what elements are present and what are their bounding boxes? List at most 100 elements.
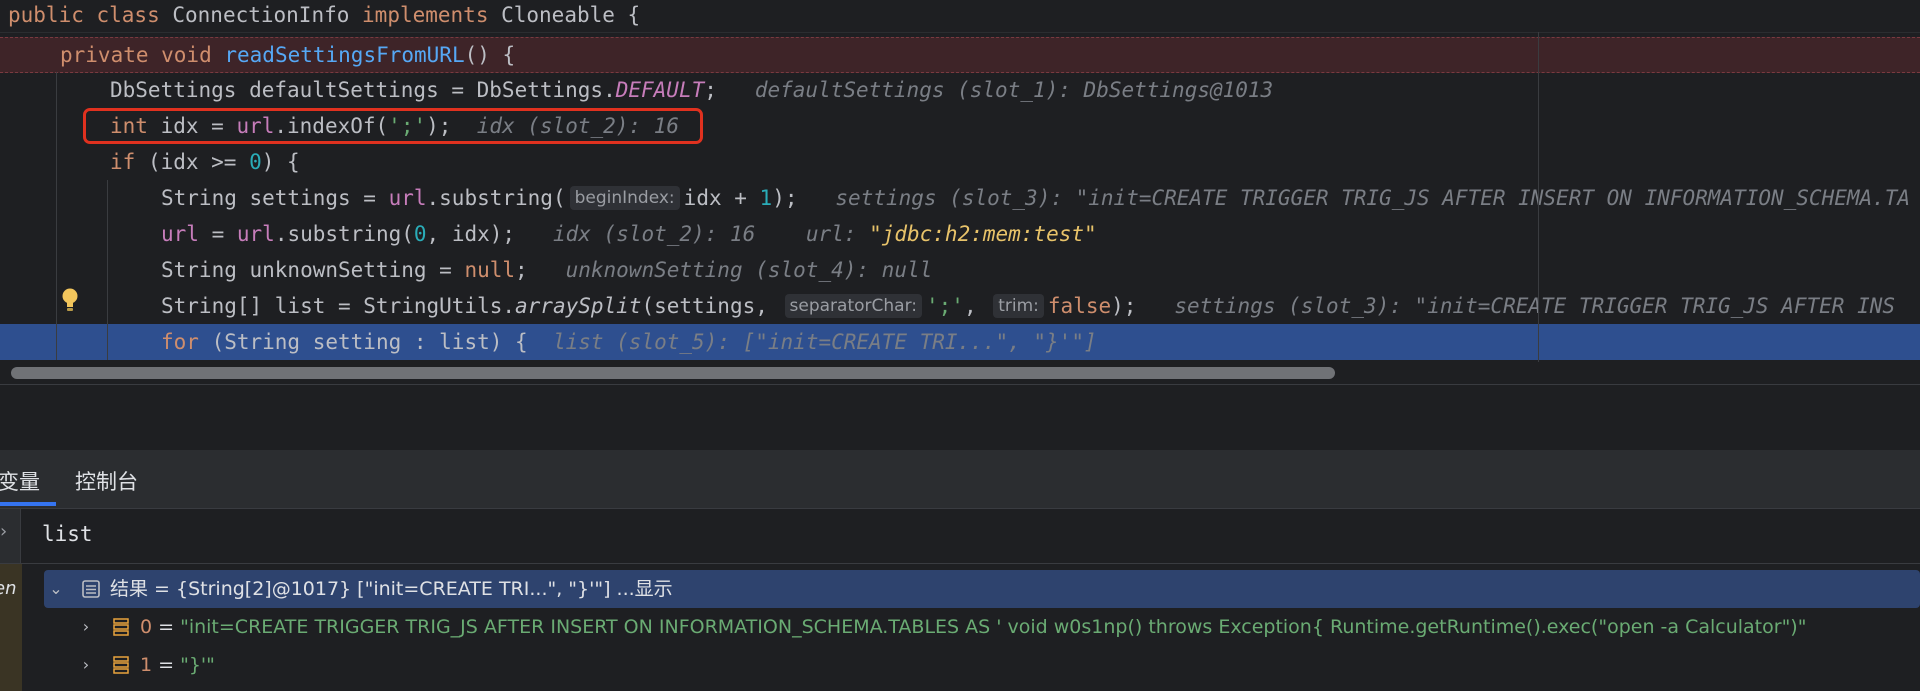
code-token: ';'	[926, 294, 964, 318]
watch-expression-bar[interactable]: › list	[0, 509, 1920, 564]
scrollbar-thumb[interactable]	[11, 367, 1335, 379]
code-text: if (idx >= 0) {	[110, 144, 300, 180]
tree-row-result[interactable]: ⌄ 结果 = {String[2]@1017} ["init=CREATE TR…	[44, 570, 1920, 608]
code-token: String[] list = StringUtils.	[161, 294, 516, 318]
code-token: settings (slot_3): "init=CREATE TRIGGER …	[835, 186, 1911, 210]
lightbulb-icon[interactable]	[61, 287, 79, 313]
code-line-url[interactable]: url = url.substring(0, idx); idx (slot_2…	[0, 216, 1920, 252]
code-token: =	[198, 222, 237, 246]
code-token: for	[161, 330, 212, 354]
code-line-list[interactable]: String[] list = StringUtils.arraySplit(s…	[0, 288, 1920, 324]
code-token: url	[236, 222, 275, 246]
debug-tabs: 变量 控制台	[0, 450, 1920, 509]
right-margin-guide	[1538, 32, 1539, 362]
sticky-class-header[interactable]: public class ConnectionInfo implements C…	[0, 0, 1920, 33]
watch-expression[interactable]: list	[42, 522, 93, 546]
code-editor[interactable]: public class ConnectionInfo implements C…	[0, 0, 1920, 384]
frame-label: en	[0, 578, 17, 599]
code-token: url	[388, 186, 427, 210]
code-line-if[interactable]: if (idx >= 0) {	[0, 144, 1920, 180]
code-token: private void	[60, 43, 225, 67]
chevron-right-icon[interactable]: ›	[0, 521, 9, 542]
code-token: public class	[8, 3, 173, 27]
parameter-hint: separatorChar:	[784, 294, 922, 318]
code-token: ConnectionInfo	[172, 3, 363, 27]
code-token: 0	[413, 222, 427, 246]
code-token: defaultSettings (slot_1): DbSettings@101…	[754, 78, 1274, 102]
code-text: String settings = url.substring(beginInd…	[161, 180, 1910, 216]
code-token: Cloneable {	[501, 3, 641, 27]
code-token: .substring(	[426, 186, 566, 210]
highlight-box	[83, 108, 703, 144]
code-token: 0	[249, 150, 262, 174]
class-header-text: public class ConnectionInfo implements C…	[8, 1, 640, 29]
indent-guide	[107, 180, 108, 360]
code-token: "jdbc:h2:mem:test"	[869, 222, 1097, 246]
code-token: null	[464, 258, 516, 282]
code-token: 0	[140, 616, 153, 638]
code-token: ) {	[261, 150, 300, 174]
code-token: =	[152, 654, 181, 676]
array-element-icon	[113, 618, 129, 636]
code-token: implements	[362, 3, 502, 27]
tree-row-text: 0 = "init=CREATE TRIGGER TRIG_JS AFTER I…	[140, 608, 1806, 646]
code-token: unknownSetting (slot_4): null	[565, 258, 933, 282]
code-line-settings[interactable]: String settings = url.substring(beginInd…	[0, 180, 1920, 216]
array-element-icon	[113, 656, 129, 674]
parameter-hint: beginIndex:	[569, 186, 680, 210]
code-token: idx (slot_2): 16 url:	[552, 222, 870, 246]
code-token: );	[772, 186, 836, 210]
frame-gutter[interactable]: en	[0, 564, 22, 691]
code-line-unknown-setting[interactable]: String unknownSetting = null; unknownSet…	[0, 252, 1920, 288]
code-line-method-signature[interactable]: private void readSettingsFromURL() {	[0, 37, 1920, 73]
code-token: "}'"	[180, 654, 215, 676]
code-line-default-settings[interactable]: DbSettings defaultSettings = DbSettings.…	[0, 72, 1920, 108]
code-token: (String setting : list) {	[211, 330, 553, 354]
code-token: );	[1111, 294, 1175, 318]
parameter-hint: trim:	[993, 294, 1044, 318]
tab-variables[interactable]: 变量	[0, 466, 40, 496]
code-token: .substring(	[274, 222, 414, 246]
code-token: ;	[704, 78, 755, 102]
code-text: DbSettings defaultSettings = DbSettings.…	[110, 72, 1273, 108]
code-text: String unknownSetting = null; unknownSet…	[161, 252, 932, 288]
chevron-right-icon[interactable]: ›	[76, 646, 96, 684]
code-token: "init=CREATE TRIGGER TRIG_JS AFTER INSER…	[180, 616, 1807, 638]
code-token: String unknownSetting =	[161, 258, 465, 282]
tree-row-element-1[interactable]: › 1 = "}'"	[44, 646, 1920, 684]
code-text: for (String setting : list) { list (slot…	[161, 324, 1097, 360]
variables-tree: en ⌄ 结果 = {String[2]@1017} ["init=CREATE…	[0, 564, 1920, 691]
code-token: readSettingsFromURL	[224, 43, 465, 67]
code-token: (idx >=	[147, 150, 250, 174]
code-text: private void readSettingsFromURL() {	[60, 38, 515, 72]
code-token: ,	[963, 294, 990, 318]
horizontal-scrollbar[interactable]	[0, 362, 1920, 384]
chevron-down-icon[interactable]: ⌄	[46, 570, 66, 608]
tree-row-text: 1 = "}'"	[140, 646, 215, 684]
code-line-for-current[interactable]: for (String setting : list) { list (slot…	[0, 324, 1920, 360]
code-token: 1	[759, 186, 773, 210]
code-token: arraySplit	[515, 294, 642, 318]
code-text: String[] list = StringUtils.arraySplit(s…	[161, 288, 1895, 324]
chevron-right-icon[interactable]: ›	[76, 608, 96, 646]
code-token: false	[1047, 294, 1112, 318]
code-token: if	[110, 150, 148, 174]
tree-row-text: 结果 = {String[2]@1017} ["init=CREATE TRI.…	[110, 570, 673, 608]
code-token: list (slot_5): ["init=CREATE TRI...", "}…	[552, 330, 1097, 354]
watch-side-strip: ›	[0, 509, 21, 563]
code-token: settings (slot_3): "init=CREATE TRIGGER …	[1174, 294, 1895, 318]
code-token: =	[152, 616, 181, 638]
code-token: idx +	[683, 186, 760, 210]
active-tab-indicator	[0, 502, 56, 506]
code-text: url = url.substring(0, idx); idx (slot_2…	[161, 216, 1097, 252]
code-token: () {	[464, 43, 516, 67]
indent-guide	[56, 72, 57, 360]
panel-gap	[0, 384, 1920, 451]
code-token: DbSettings defaultSettings = DbSettings.	[110, 78, 616, 102]
code-token: 1	[140, 654, 153, 676]
tab-console[interactable]: 控制台	[75, 466, 138, 496]
object-icon	[82, 580, 100, 598]
code-token: url	[161, 222, 199, 246]
tree-row-element-0[interactable]: › 0 = "init=CREATE TRIGGER TRIG_JS AFTER…	[44, 608, 1920, 646]
code-token: (settings,	[641, 294, 781, 318]
